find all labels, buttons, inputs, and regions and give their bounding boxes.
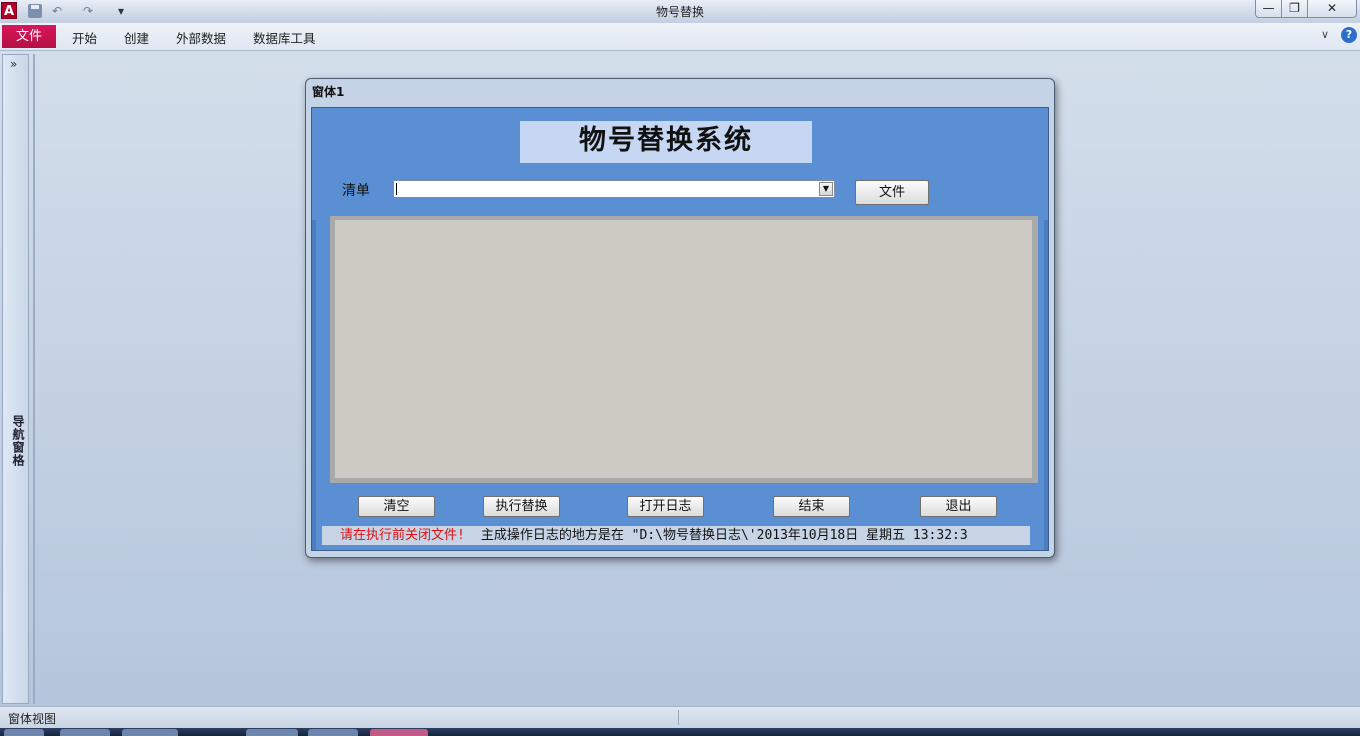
ribbon-tabs: 文件 开始 创建 外部数据 数据库工具 ∨ ? — [0, 23, 1360, 51]
taskbar-item-access[interactable] — [370, 729, 428, 736]
status-warning: 请在执行前关闭文件! — [340, 528, 465, 543]
end-button[interactable]: 结束 — [773, 496, 850, 517]
window-title: 物号替换 — [655, 5, 704, 19]
open-log-button[interactable]: 打开日志 — [627, 496, 704, 517]
title-bar: A ↶ ↷ ▾ 物号替换 — ❐ ✕ — [0, 0, 1360, 23]
tab-file[interactable]: 文件 — [2, 25, 56, 48]
form-edge-right — [1044, 220, 1048, 550]
status-bar: 窗体视图 — [0, 706, 1360, 729]
help-icon[interactable]: ? — [1341, 27, 1357, 43]
tab-home[interactable]: 开始 — [72, 28, 97, 47]
tab-database-tools[interactable]: 数据库工具 — [253, 28, 316, 47]
result-list-box[interactable] — [335, 220, 1032, 478]
taskbar — [0, 728, 1360, 736]
clear-button[interactable]: 清空 — [358, 496, 435, 517]
exit-button[interactable]: 退出 — [920, 496, 997, 517]
system-title: 物号替换系统 — [520, 121, 812, 163]
document-area-edge — [33, 54, 35, 704]
status-divider — [678, 710, 679, 725]
form-caption: 窗体1 — [312, 85, 345, 99]
text-cursor — [396, 183, 397, 195]
taskbar-item[interactable] — [246, 729, 298, 736]
maximize-button[interactable]: ❐ — [1281, 0, 1308, 18]
navigation-pane[interactable]: » 导航窗格 — [2, 54, 29, 704]
taskbar-start[interactable] — [4, 729, 44, 736]
view-name: 窗体视图 — [8, 712, 57, 726]
expand-nav-icon[interactable]: » — [10, 57, 17, 71]
status-info: 主成操作日志的地方是在 "D:\物号替换日志\'2013年10月18日 星期五 … — [480, 528, 968, 543]
form-edge-left — [312, 220, 316, 550]
form-window: 窗体1 物号替换系统 清单 ▼ 文件 清空 执行替换 打开日志 结束 退出 请在… — [305, 78, 1055, 558]
status-message: 请在执行前关闭文件! 主成操作日志的地方是在 "D:\物号替换日志\'2013年1… — [322, 526, 1030, 545]
list-combo-box[interactable]: ▼ — [393, 180, 835, 198]
list-label: 清单 — [342, 183, 370, 199]
taskbar-item[interactable] — [308, 729, 358, 736]
tab-external-data[interactable]: 外部数据 — [176, 28, 226, 47]
taskbar-item[interactable] — [122, 729, 178, 736]
dropdown-arrow-icon[interactable]: ▼ — [819, 182, 833, 196]
minimize-button[interactable]: — — [1255, 0, 1282, 18]
list-frame — [330, 216, 1038, 483]
form-body: 物号替换系统 清单 ▼ 文件 清空 执行替换 打开日志 结束 退出 请在执行前关… — [311, 107, 1049, 551]
file-button[interactable]: 文件 — [855, 180, 929, 205]
close-button[interactable]: ✕ — [1307, 0, 1357, 18]
ribbon-expand-icon[interactable]: ∨ — [1321, 28, 1329, 41]
execute-replace-button[interactable]: 执行替换 — [483, 496, 560, 517]
nav-pane-label: 导航窗格 — [11, 415, 25, 467]
tab-create[interactable]: 创建 — [124, 28, 149, 47]
taskbar-item[interactable] — [60, 729, 110, 736]
